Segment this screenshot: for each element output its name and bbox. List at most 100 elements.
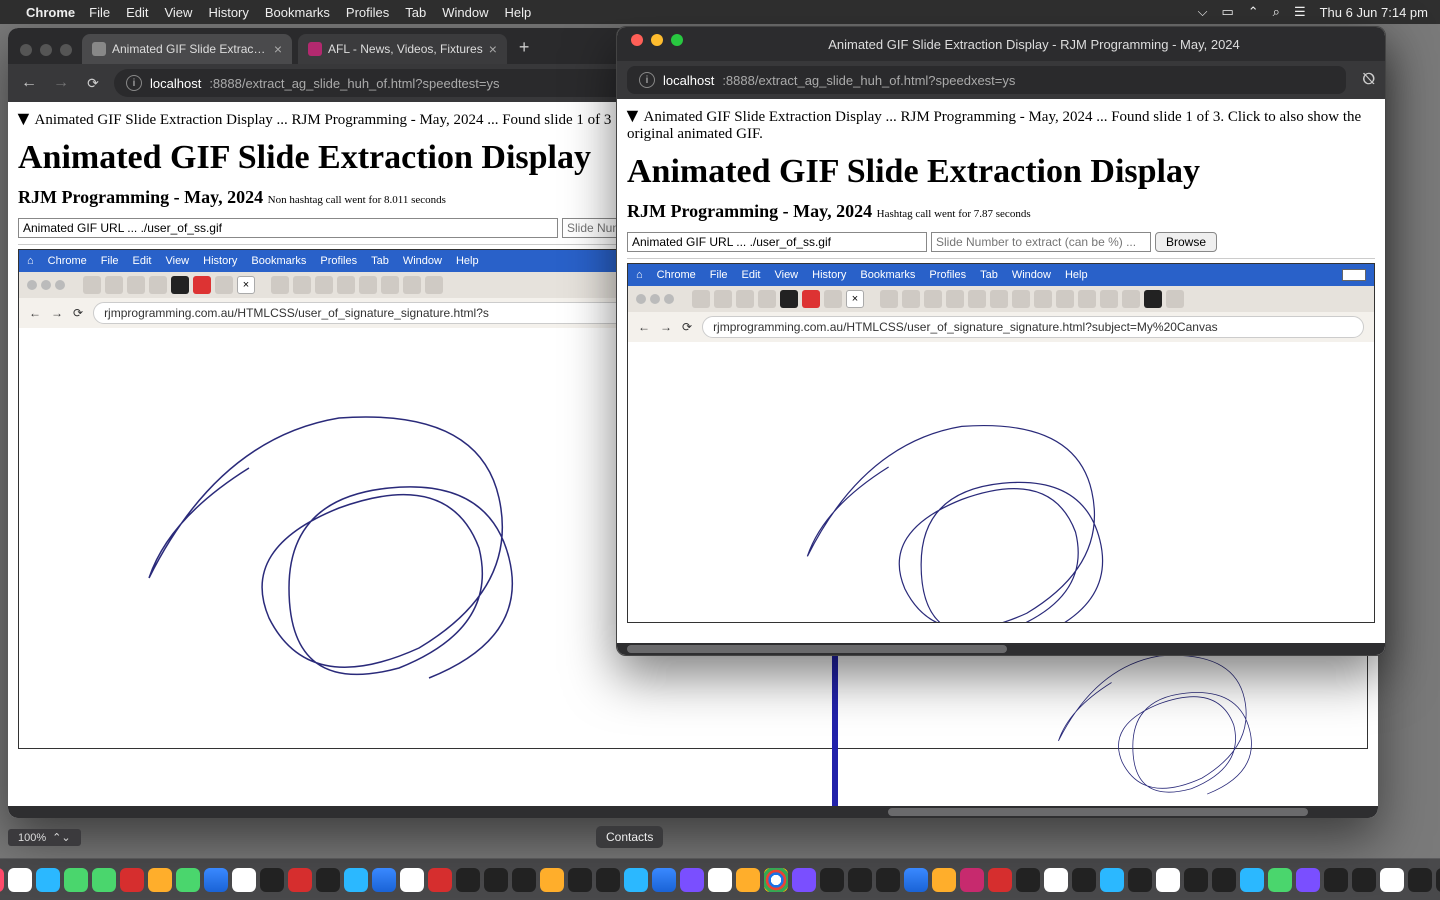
- menu-help[interactable]: Help: [505, 5, 532, 20]
- dock-appstore[interactable]: [372, 868, 396, 892]
- menu-file[interactable]: File: [89, 5, 110, 20]
- reload-button[interactable]: ⟳: [82, 75, 104, 92]
- dock-app[interactable]: [1324, 868, 1348, 892]
- dock-calendar[interactable]: [708, 868, 732, 892]
- dock-app[interactable]: [456, 868, 480, 892]
- page-content: ▶ Animated GIF Slide Extraction Display …: [617, 99, 1385, 655]
- dock-contacts[interactable]: [736, 868, 760, 892]
- bluetooth-icon[interactable]: ⌵: [1198, 4, 1208, 20]
- dock-app[interactable]: [176, 868, 200, 892]
- search-icon[interactable]: ⌕: [1273, 4, 1280, 20]
- inner-tabs: ×: [628, 286, 1374, 312]
- dock-app[interactable]: [512, 868, 536, 892]
- forward-button[interactable]: →: [50, 74, 72, 92]
- dock-app[interactable]: [1352, 868, 1376, 892]
- dock-app[interactable]: [428, 868, 452, 892]
- dock-app[interactable]: [1380, 868, 1404, 892]
- dock-app[interactable]: [120, 868, 144, 892]
- slide-number-input[interactable]: [931, 232, 1151, 252]
- site-info-icon[interactable]: i: [126, 75, 142, 91]
- menu-bookmarks[interactable]: Bookmarks: [265, 5, 330, 20]
- dock-app[interactable]: [904, 868, 928, 892]
- dock-chrome[interactable]: [764, 868, 788, 892]
- inner-menu-tab: Tab: [980, 269, 998, 281]
- dock-app[interactable]: [1156, 868, 1180, 892]
- dock-music[interactable]: [0, 868, 4, 892]
- dock-app[interactable]: [260, 868, 284, 892]
- page-title: Animated GIF Slide Extraction Display: [627, 153, 1375, 191]
- dock-app[interactable]: [232, 868, 256, 892]
- dock-firefox[interactable]: [540, 868, 564, 892]
- dock-app[interactable]: [1212, 868, 1236, 892]
- dock-facetime[interactable]: [92, 868, 116, 892]
- menu-profiles[interactable]: Profiles: [346, 5, 389, 20]
- dock-app[interactable]: [1044, 868, 1068, 892]
- wifi-icon[interactable]: ⌃: [1248, 4, 1259, 20]
- dock-app[interactable]: [624, 868, 648, 892]
- battery-icon[interactable]: ▭: [1221, 4, 1233, 20]
- dock-app[interactable]: [848, 868, 872, 892]
- dock-app[interactable]: [1268, 868, 1292, 892]
- dock-app[interactable]: [568, 868, 592, 892]
- dock-app[interactable]: [1408, 868, 1432, 892]
- dock-app[interactable]: [148, 868, 172, 892]
- details-summary[interactable]: ▶ Animated GIF Slide Extraction Display …: [627, 107, 1375, 143]
- zoom-indicator[interactable]: 100% ⌃⌄: [8, 829, 81, 846]
- signature-drawing-duplicate: [960, 640, 1380, 810]
- dock-app[interactable]: [1016, 868, 1040, 892]
- site-info-icon[interactable]: i: [639, 72, 655, 88]
- dock-app[interactable]: [1436, 868, 1440, 892]
- gif-url-input[interactable]: [627, 232, 927, 252]
- dock-app[interactable]: [596, 868, 620, 892]
- dock-app[interactable]: [876, 868, 900, 892]
- favicon-icon: [92, 42, 106, 56]
- inner-menu-view: View: [774, 269, 798, 281]
- dock-app[interactable]: [1128, 868, 1152, 892]
- inner-canvas: [628, 342, 1374, 622]
- back-button[interactable]: ←: [18, 74, 40, 92]
- close-icon[interactable]: ×: [274, 41, 282, 57]
- address-bar[interactable]: i localhost:8888/extract_ag_slide_huh_of…: [627, 66, 1346, 94]
- close-icon[interactable]: ×: [489, 41, 497, 57]
- browse-button[interactable]: Browse: [1155, 232, 1217, 252]
- dock-messages[interactable]: [64, 868, 88, 892]
- dock-app[interactable]: [1296, 868, 1320, 892]
- traffic-lights[interactable]: [20, 44, 72, 56]
- dock-app[interactable]: [960, 868, 984, 892]
- dock-app[interactable]: [1240, 868, 1264, 892]
- menu-history[interactable]: History: [208, 5, 248, 20]
- gif-url-input[interactable]: [18, 218, 558, 238]
- tab-animated-gif[interactable]: Animated GIF Slide Extraction ×: [82, 34, 292, 64]
- dock-app[interactable]: [1072, 868, 1096, 892]
- dock-app[interactable]: [8, 868, 32, 892]
- menu-view[interactable]: View: [164, 5, 192, 20]
- dock-podcasts[interactable]: [680, 868, 704, 892]
- dock-app[interactable]: [1184, 868, 1208, 892]
- dock-app[interactable]: [820, 868, 844, 892]
- dock-app[interactable]: [932, 868, 956, 892]
- menu-edit[interactable]: Edit: [126, 5, 148, 20]
- dock-safari[interactable]: [344, 868, 368, 892]
- dock-terminal[interactable]: [484, 868, 508, 892]
- traffic-lights[interactable]: [631, 34, 683, 46]
- new-tab-button[interactable]: +: [519, 37, 530, 58]
- menubar-clock[interactable]: Thu 6 Jun 7:14 pm: [1320, 5, 1428, 20]
- control-center-icon[interactable]: ☰: [1294, 4, 1306, 20]
- dock-app[interactable]: [1100, 868, 1124, 892]
- dock-filezilla[interactable]: [288, 868, 312, 892]
- dock-app[interactable]: [36, 868, 60, 892]
- dock-app[interactable]: [652, 868, 676, 892]
- menu-tab[interactable]: Tab: [405, 5, 426, 20]
- horizontal-scrollbar[interactable]: [617, 643, 1385, 655]
- tab-title: Animated GIF Slide Extraction: [112, 42, 268, 56]
- incognito-icon[interactable]: ⦰: [1362, 71, 1375, 89]
- menubar-app[interactable]: Chrome: [26, 5, 75, 20]
- dock-app[interactable]: [400, 868, 424, 892]
- dock-app[interactable]: [988, 868, 1012, 892]
- tab-afl[interactable]: AFL - News, Videos, Fixtures ×: [298, 34, 507, 64]
- dock-app[interactable]: [792, 868, 816, 892]
- menu-window[interactable]: Window: [442, 5, 488, 20]
- dock-app[interactable]: [204, 868, 228, 892]
- macos-menubar: Chrome File Edit View History Bookmarks …: [0, 0, 1440, 24]
- dock-app[interactable]: [316, 868, 340, 892]
